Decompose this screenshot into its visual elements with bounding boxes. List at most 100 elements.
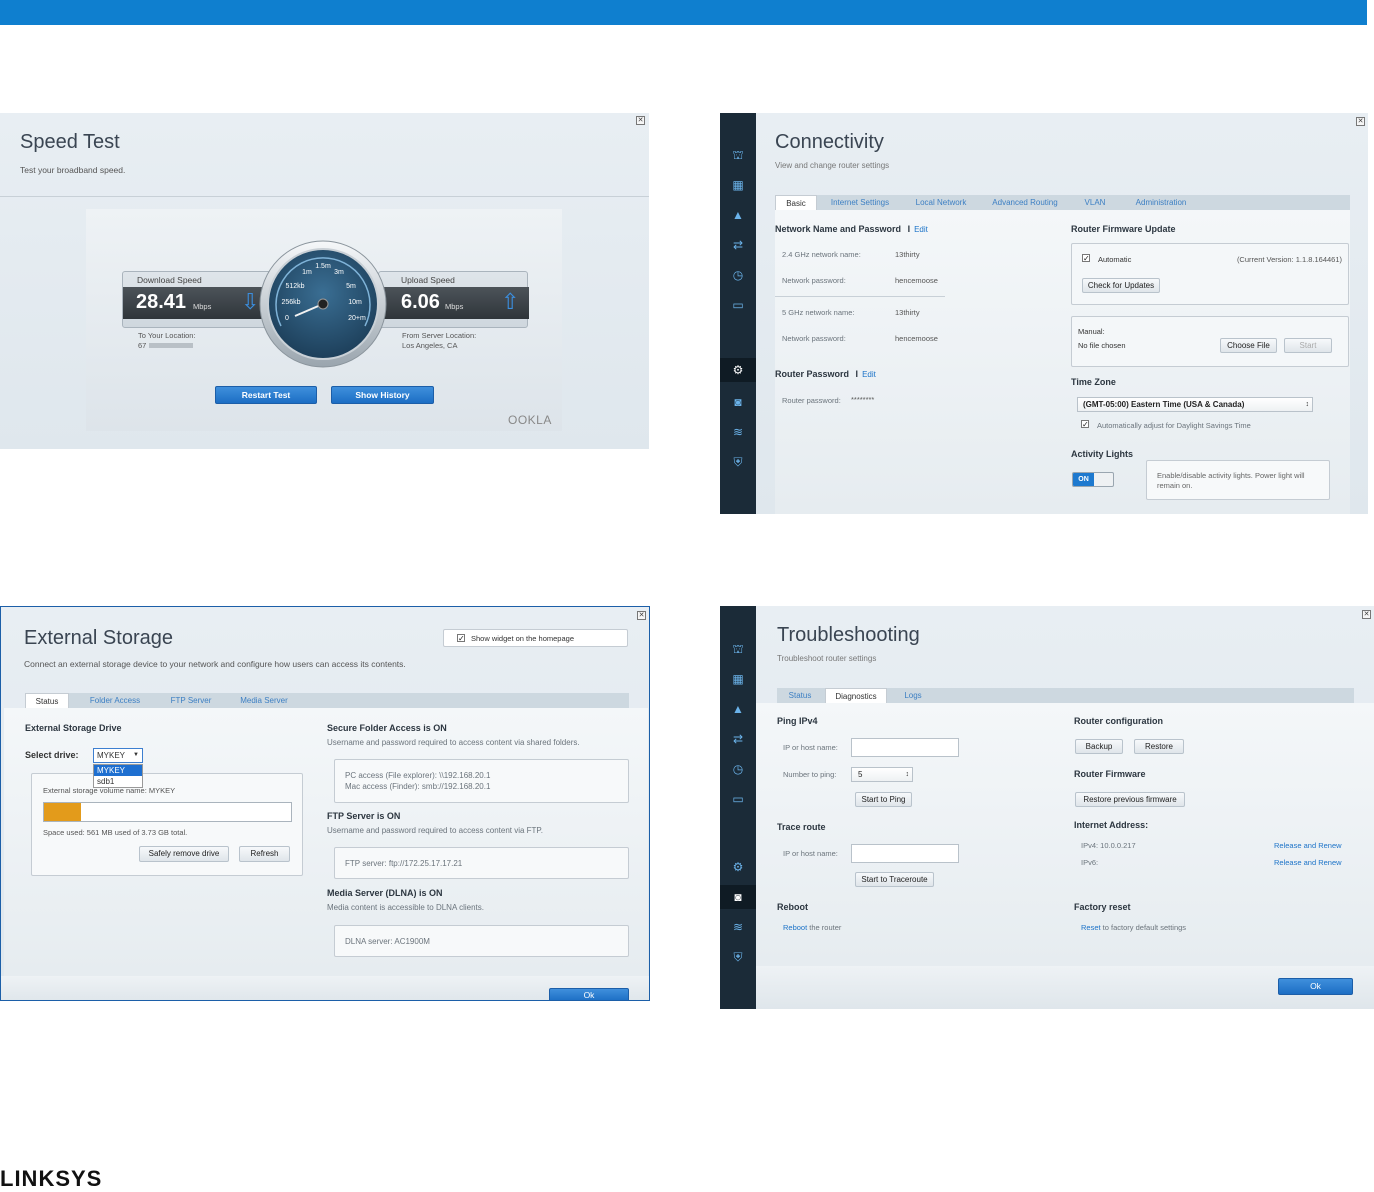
- trace-ip-input[interactable]: [851, 844, 959, 863]
- choose-file-button[interactable]: Choose File: [1220, 338, 1277, 353]
- firmware-auto-box: ✓ Automatic (Current Version: 1.1.8.1644…: [1071, 243, 1349, 305]
- restart-test-button[interactable]: Restart Test: [215, 386, 317, 404]
- camera-icon[interactable]: ◙: [730, 890, 746, 904]
- download-label: Download Speed: [137, 275, 202, 285]
- release-renew-ipv6-link[interactable]: Release and Renew: [1274, 858, 1342, 867]
- tab-logs[interactable]: Logs: [889, 688, 937, 703]
- warning-icon[interactable]: ▲: [730, 208, 746, 222]
- transfer-icon[interactable]: ⇄: [730, 732, 746, 746]
- shield-icon[interactable]: ⛨: [730, 455, 746, 469]
- number-to-ping-select[interactable]: 5 ↕: [851, 767, 913, 782]
- ftp-subtitle: Username and password required to access…: [327, 826, 543, 835]
- close-icon[interactable]: ✕: [1356, 117, 1365, 126]
- restore-firmware-button[interactable]: Restore previous firmware: [1075, 792, 1185, 807]
- refresh-button[interactable]: Refresh: [239, 846, 290, 862]
- start-ping-button[interactable]: Start to Ping: [855, 792, 912, 807]
- factory-reset-heading: Factory reset: [1074, 902, 1131, 912]
- gauge-label: 10m: [348, 299, 362, 306]
- net5-value: 13thirty: [895, 308, 920, 317]
- activity-note-box: Enable/disable activity lights. Power li…: [1146, 460, 1330, 500]
- gear-icon[interactable]: ⚙: [730, 363, 746, 377]
- select-drive-label: Select drive:: [25, 750, 79, 760]
- warning-icon[interactable]: ▲: [730, 702, 746, 716]
- close-icon[interactable]: ✕: [636, 116, 645, 125]
- tab-advanced-routing[interactable]: Advanced Routing: [981, 195, 1069, 210]
- gear-icon[interactable]: ⚙: [730, 860, 746, 874]
- tab-folder-access[interactable]: Folder Access: [73, 693, 157, 708]
- upload-label: Upload Speed: [401, 275, 455, 285]
- tab-basic[interactable]: Basic: [775, 195, 817, 210]
- ok-button[interactable]: Ok: [549, 988, 629, 1000]
- router-password-value: ********: [851, 395, 875, 404]
- net24-value: 13thirty: [895, 250, 920, 259]
- dst-checkbox[interactable]: ✓: [1081, 420, 1089, 429]
- restore-button[interactable]: Restore: [1134, 739, 1184, 754]
- drive-option-sdb1[interactable]: sdb1: [94, 776, 142, 787]
- time-zone-value: (GMT-05:00) Eastern Time (USA & Canada): [1083, 400, 1245, 409]
- connectivity-panel: ⛫ ▦ ▲ ⇄ ◷ ▭ ⚙ ◙ ≋ ⛨ ✕ Connectivity View …: [720, 113, 1368, 514]
- dlna-server: DLNA server: AC1900M: [345, 937, 430, 946]
- automatic-checkbox[interactable]: ✓: [1082, 254, 1090, 263]
- from-location-label: From Server Location:: [402, 331, 477, 340]
- storage-icon[interactable]: ▭: [730, 298, 746, 312]
- to-location-label: To Your Location:: [138, 331, 196, 340]
- speed-gauge: 1m1.5m3m 512kb 5m 256kb 10m 0 20+m: [259, 240, 387, 368]
- storage-icon[interactable]: ▭: [730, 792, 746, 806]
- router-password-heading: Router Password I Edit: [775, 369, 876, 379]
- backup-button[interactable]: Backup: [1075, 739, 1123, 754]
- tab-vlan[interactable]: VLAN: [1071, 195, 1119, 210]
- tab-status[interactable]: Status: [25, 693, 69, 708]
- ookla-logo: OOKLA: [508, 413, 552, 427]
- reset-link[interactable]: Reset: [1081, 923, 1101, 932]
- time-zone-select[interactable]: (GMT-05:00) Eastern Time (USA & Canada) ↕: [1077, 397, 1313, 412]
- activity-lights-heading: Activity Lights: [1071, 449, 1134, 459]
- close-icon[interactable]: ✕: [637, 611, 646, 620]
- ipv6-value: IPv6:: [1081, 858, 1099, 867]
- activity-toggle[interactable]: ON: [1072, 472, 1114, 487]
- calendar-icon[interactable]: ▦: [730, 672, 746, 686]
- drive-option-mykey[interactable]: MYKEY: [94, 765, 142, 776]
- secure-subtitle: Username and password required to access…: [327, 738, 580, 747]
- drive-select[interactable]: MYKEY ▼: [93, 748, 143, 763]
- ping-ip-input[interactable]: [851, 738, 959, 757]
- ok-button[interactable]: Ok: [1278, 978, 1353, 995]
- page-title: Troubleshooting: [777, 624, 920, 646]
- start-button[interactable]: Start: [1284, 338, 1332, 353]
- trace-ip-label: IP or host name:: [783, 849, 838, 858]
- check-updates-button[interactable]: Check for Updates: [1082, 278, 1160, 293]
- tab-local-network[interactable]: Local Network: [903, 195, 979, 210]
- redacted-bar: [149, 343, 194, 348]
- close-icon[interactable]: ✕: [1362, 610, 1371, 619]
- wifi-icon[interactable]: ≋: [730, 920, 746, 934]
- network-map-icon[interactable]: ⛫: [730, 148, 746, 162]
- calendar-icon[interactable]: ▦: [730, 178, 746, 192]
- show-history-button[interactable]: Show History: [331, 386, 434, 404]
- tab-administration[interactable]: Administration: [1121, 195, 1201, 210]
- tab-bar: Status Folder Access FTP Server Media Se…: [25, 693, 629, 708]
- edit-network-link[interactable]: Edit: [914, 225, 928, 234]
- upload-card: Upload Speed 6.06 Mbps ⇧: [378, 271, 529, 328]
- wifi-icon[interactable]: ≋: [730, 425, 746, 439]
- reboot-heading: Reboot: [777, 902, 808, 912]
- sidebar: ⛫ ▦ ▲ ⇄ ◷ ▭ ⚙ ◙ ≋ ⛨: [720, 606, 756, 1009]
- speed-icon[interactable]: ◷: [730, 762, 746, 776]
- start-traceroute-button[interactable]: Start to Traceroute: [855, 872, 934, 887]
- from-location-value: Los Angeles, CA: [402, 341, 458, 350]
- tab-ftp-server[interactable]: FTP Server: [159, 693, 223, 708]
- release-renew-ipv4-link[interactable]: Release and Renew: [1274, 841, 1342, 850]
- transfer-icon[interactable]: ⇄: [730, 238, 746, 252]
- speed-icon[interactable]: ◷: [730, 268, 746, 282]
- safely-remove-button[interactable]: Safely remove drive: [139, 846, 229, 862]
- widget-toggle-box: ✓ Show widget on the homepage: [443, 629, 628, 647]
- network-map-icon[interactable]: ⛫: [730, 642, 746, 656]
- tab-diagnostics[interactable]: Diagnostics: [825, 688, 887, 703]
- camera-icon[interactable]: ◙: [730, 395, 746, 409]
- edit-password-link[interactable]: Edit: [862, 370, 876, 379]
- reboot-link[interactable]: Reboot: [783, 923, 807, 932]
- tab-status[interactable]: Status: [777, 688, 823, 703]
- tab-media-server[interactable]: Media Server: [225, 693, 303, 708]
- tab-internet-settings[interactable]: Internet Settings: [819, 195, 901, 210]
- shield-icon[interactable]: ⛨: [730, 950, 746, 964]
- sidebar: ⛫ ▦ ▲ ⇄ ◷ ▭ ⚙ ◙ ≋ ⛨: [720, 113, 756, 514]
- widget-checkbox[interactable]: ✓: [457, 634, 465, 643]
